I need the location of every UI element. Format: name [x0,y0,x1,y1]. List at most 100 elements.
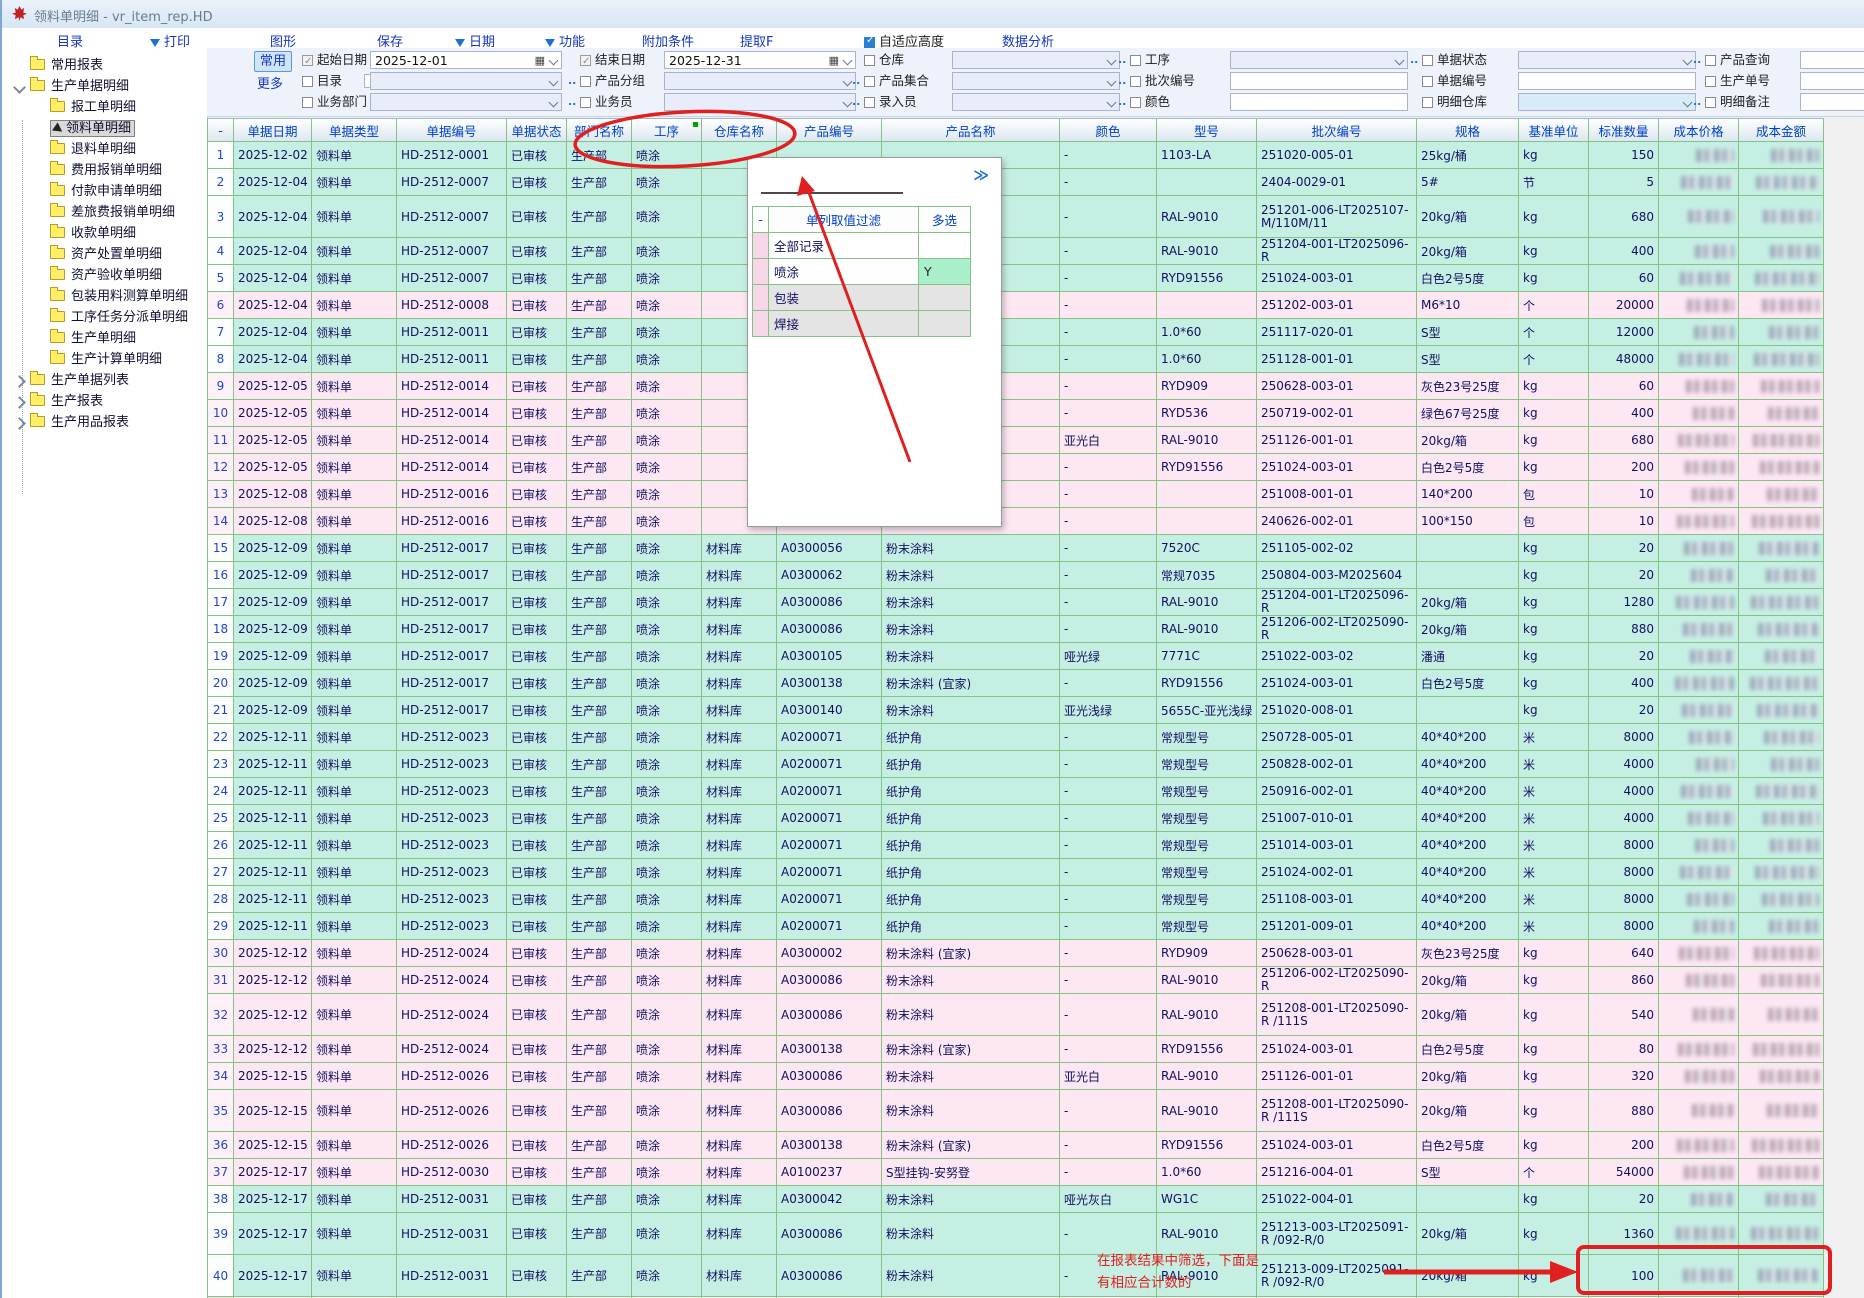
cell-spec[interactable]: 20kg/箱 [1417,427,1519,453]
cell-unit[interactable]: kg [1519,994,1589,1035]
cell-proc[interactable]: 喷涂 [632,886,702,912]
cell-model[interactable]: 常规型号 [1157,805,1257,831]
cell-wh[interactable]: 材料库 [702,616,777,642]
cell-amount[interactable] [1739,616,1824,642]
cell-qty[interactable]: 860 [1589,967,1659,993]
cell-status[interactable]: 已审核 [507,1213,567,1254]
cell-spec[interactable]: 20kg/箱 [1417,616,1519,642]
cell-dept[interactable]: 生产部 [567,400,632,426]
cell-dept[interactable]: 生产部 [567,292,632,318]
cell-dept[interactable]: 生产部 [567,1063,632,1089]
cell-code[interactable]: A0300042 [777,1186,882,1212]
dropdown-arrow-icon[interactable] [1107,77,1117,87]
cell-model[interactable]: RYD909 [1157,940,1257,966]
filter-checkbox-产品查询[interactable]: 产品查询 [1705,51,1770,69]
cell-status[interactable]: 已审核 [507,589,567,615]
filter-checkbox-批次编号[interactable]: 批次编号 [1130,72,1195,90]
cell-batch[interactable]: 240626-002-01 [1257,508,1417,534]
dots-button[interactable]: .. [568,95,576,108]
cell-amount[interactable] [1739,967,1824,993]
cell-batch[interactable]: 2404-0029-01 [1257,169,1417,195]
cell-proc[interactable]: 喷涂 [632,1159,702,1185]
cell-batch[interactable]: 251206-002-LT2025090-R [1257,967,1417,993]
cell-proc[interactable]: 喷涂 [632,1036,702,1062]
cell-spec[interactable]: 40*40*200 [1417,886,1519,912]
column-header-3[interactable]: 单据类型 [312,119,397,141]
cell-proc[interactable]: 喷涂 [632,724,702,750]
cell-unit[interactable]: kg [1519,196,1589,237]
cell-date[interactable]: 2025-12-17 [234,1213,312,1254]
cell-code[interactable]: A0200071 [777,778,882,804]
cell-unit[interactable]: kg [1519,616,1589,642]
cell-price[interactable] [1659,481,1739,507]
cell-proc[interactable]: 喷涂 [632,805,702,831]
cell-n[interactable]: 33 [207,1036,234,1062]
cell-status[interactable]: 已审核 [507,886,567,912]
cell-type[interactable]: 领料单 [312,670,397,696]
cell-price[interactable] [1659,886,1739,912]
cell-batch[interactable]: 251008-001-01 [1257,481,1417,507]
cell-amount[interactable] [1739,292,1824,318]
cell-price[interactable] [1659,859,1739,885]
cell-status[interactable]: 已审核 [507,265,567,291]
cell-spec[interactable] [1417,562,1519,588]
cell-price[interactable] [1659,1186,1739,1212]
column-header-8[interactable]: 仓库名称 [702,119,777,141]
cell-color[interactable]: - [1060,886,1157,912]
cell-name[interactable]: 粉末涂料 (宜家) [882,1036,1060,1062]
cell-price[interactable] [1659,589,1739,615]
cell-dept[interactable]: 生产部 [567,427,632,453]
filter-combo-录入员[interactable] [952,93,1120,111]
cell-status[interactable]: 已审核 [507,859,567,885]
column-header-7[interactable]: 工序 [632,119,702,141]
cell-proc[interactable]: 喷涂 [632,1255,702,1296]
cell-qty[interactable]: 640 [1589,940,1659,966]
cell-doc[interactable]: HD-2512-0007 [397,196,507,237]
cell-dept[interactable]: 生产部 [567,805,632,831]
cell-status[interactable]: 已审核 [507,1090,567,1131]
column-header-2[interactable]: 单据日期 [234,119,312,141]
cell-proc[interactable]: 喷涂 [632,319,702,345]
cell-batch[interactable]: 250628-003-01 [1257,373,1417,399]
cell-code[interactable]: A0300138 [777,670,882,696]
cell-type[interactable]: 领料单 [312,805,397,831]
filter-checkbox-单据编号[interactable]: 单据编号 [1422,72,1487,90]
cell-proc[interactable]: 喷涂 [632,778,702,804]
cell-wh[interactable]: 材料库 [702,697,777,723]
popup-multi-flag[interactable] [919,233,971,258]
cell-dept[interactable]: 生产部 [567,1090,632,1131]
cell-date[interactable]: 2025-12-04 [234,346,312,372]
cell-proc[interactable]: 喷涂 [632,1132,702,1158]
cell-dept[interactable]: 生产部 [567,1132,632,1158]
sidebar-item-8[interactable]: 差旅费报销单明细 [2,202,207,223]
cell-amount[interactable] [1739,994,1824,1035]
cell-amount[interactable] [1739,859,1824,885]
column-header-9[interactable]: 产品编号 [777,119,882,141]
cell-proc[interactable]: 喷涂 [632,346,702,372]
cell-status[interactable]: 已审核 [507,1186,567,1212]
cell-code[interactable]: A0300086 [777,616,882,642]
cell-proc[interactable]: 喷涂 [632,859,702,885]
cell-code[interactable]: A0300086 [777,994,882,1035]
cell-type[interactable]: 领料单 [312,238,397,264]
sidebar-item-3[interactable]: 报工单明细 [2,97,207,118]
cell-price[interactable] [1659,1090,1739,1131]
cell-code[interactable]: A0200071 [777,805,882,831]
cell-name[interactable]: 粉末涂料 (宜家) [882,670,1060,696]
cell-unit[interactable]: kg [1519,535,1589,561]
cell-price[interactable] [1659,1063,1739,1089]
cell-dept[interactable]: 生产部 [567,751,632,777]
tree-expand-arrow-icon[interactable] [13,81,26,94]
cell-price[interactable] [1659,238,1739,264]
cell-status[interactable]: 已审核 [507,1063,567,1089]
cell-spec[interactable]: 100*150 [1417,508,1519,534]
cell-doc[interactable]: HD-2512-0017 [397,535,507,561]
cell-wh[interactable]: 材料库 [702,967,777,993]
cell-batch[interactable]: 250804-003-M2025604 [1257,562,1417,588]
cell-price[interactable] [1659,373,1739,399]
cell-date[interactable]: 2025-12-17 [234,1255,312,1296]
cell-batch[interactable]: 250728-005-01 [1257,724,1417,750]
cell-n[interactable]: 1 [207,142,234,168]
cell-date[interactable]: 2025-12-04 [234,292,312,318]
cell-amount[interactable] [1739,940,1824,966]
